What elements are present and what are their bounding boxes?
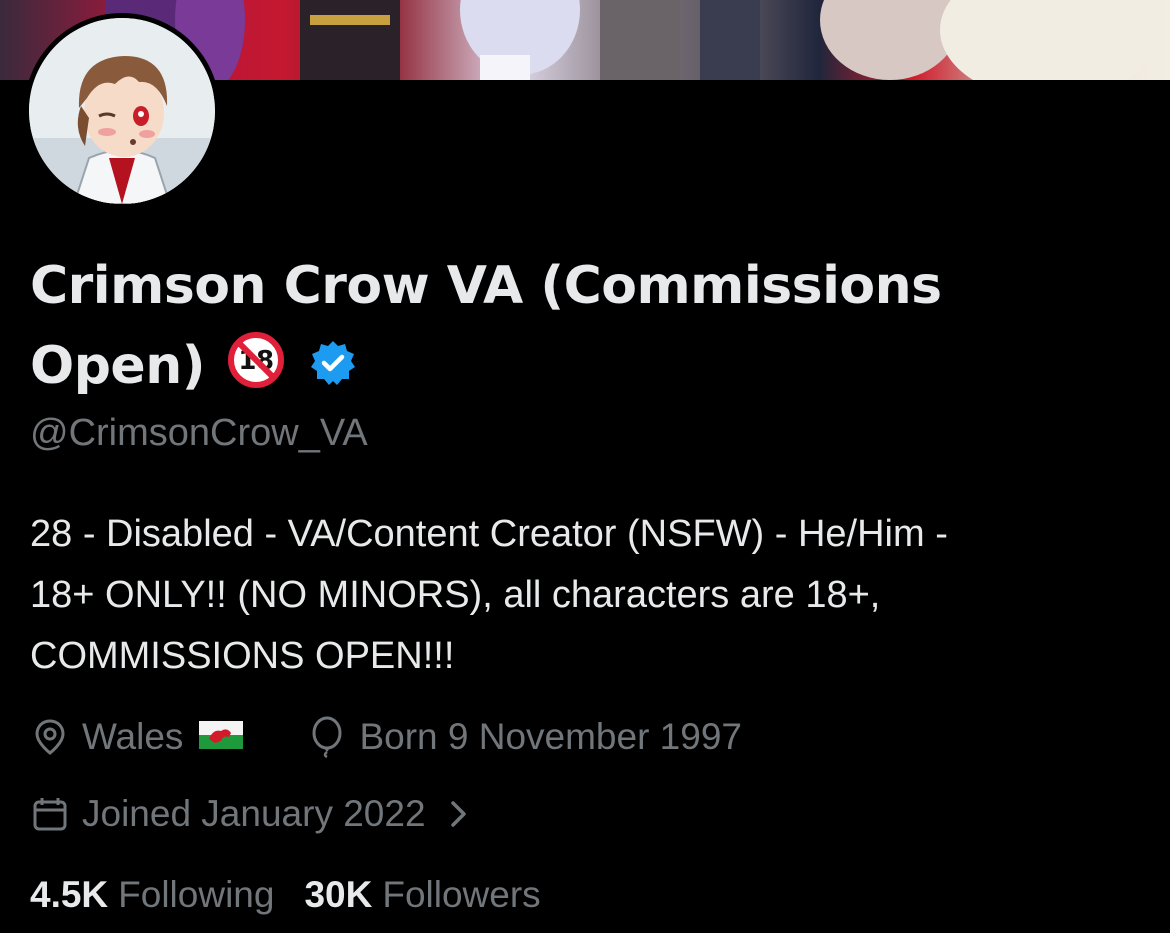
- profile-bio: 28 - Disabled - VA/Content Creator (NSFW…: [30, 504, 1150, 687]
- no-under-18-icon: 18: [227, 331, 285, 412]
- following-link[interactable]: 4.5K Following: [30, 874, 274, 916]
- followers-label: Followers: [382, 874, 541, 915]
- joined-text: Joined January 2022: [82, 793, 426, 834]
- avatar[interactable]: [24, 13, 220, 209]
- profile-meta-row: Wales Born 9 November 1997: [30, 716, 742, 758]
- calendar-icon: [33, 798, 67, 831]
- joined-row[interactable]: Joined January 2022: [30, 793, 482, 835]
- follow-stats: 4.5K Following 30K Followers: [30, 874, 541, 916]
- birthday: Born 9 November 1997: [307, 716, 742, 758]
- following-label: Following: [118, 874, 275, 915]
- location: Wales: [30, 716, 255, 758]
- location-pin-icon: [35, 719, 65, 755]
- wales-flag-icon: [199, 716, 255, 758]
- birthday-text: Born 9 November 1997: [359, 716, 742, 757]
- avatar-illustration: [29, 18, 215, 204]
- bio-line: 18+ ONLY!! (NO MINORS), all characters a…: [30, 574, 881, 616]
- followers-link[interactable]: 30K Followers: [304, 874, 540, 916]
- following-count: 4.5K: [30, 874, 109, 915]
- username-handle: @CrimsonCrow_VA: [30, 412, 368, 454]
- followers-count: 30K: [304, 874, 373, 915]
- bio-line: COMMISSIONS OPEN!!!: [30, 635, 455, 677]
- display-name: Crimson Crow VA (Commissions Open) 18: [30, 246, 1140, 412]
- display-name-line2: Open): [30, 336, 205, 396]
- display-name-line1: Crimson Crow VA (Commissions: [30, 256, 942, 316]
- joined-date[interactable]: Joined January 2022: [30, 793, 482, 835]
- chevron-right-icon[interactable]: [448, 798, 470, 830]
- bio-line: 28 - Disabled - VA/Content Creator (NSFW…: [30, 513, 948, 555]
- verified-badge-icon[interactable]: [309, 330, 357, 410]
- location-text: Wales: [82, 716, 184, 757]
- balloon-icon: [312, 716, 342, 758]
